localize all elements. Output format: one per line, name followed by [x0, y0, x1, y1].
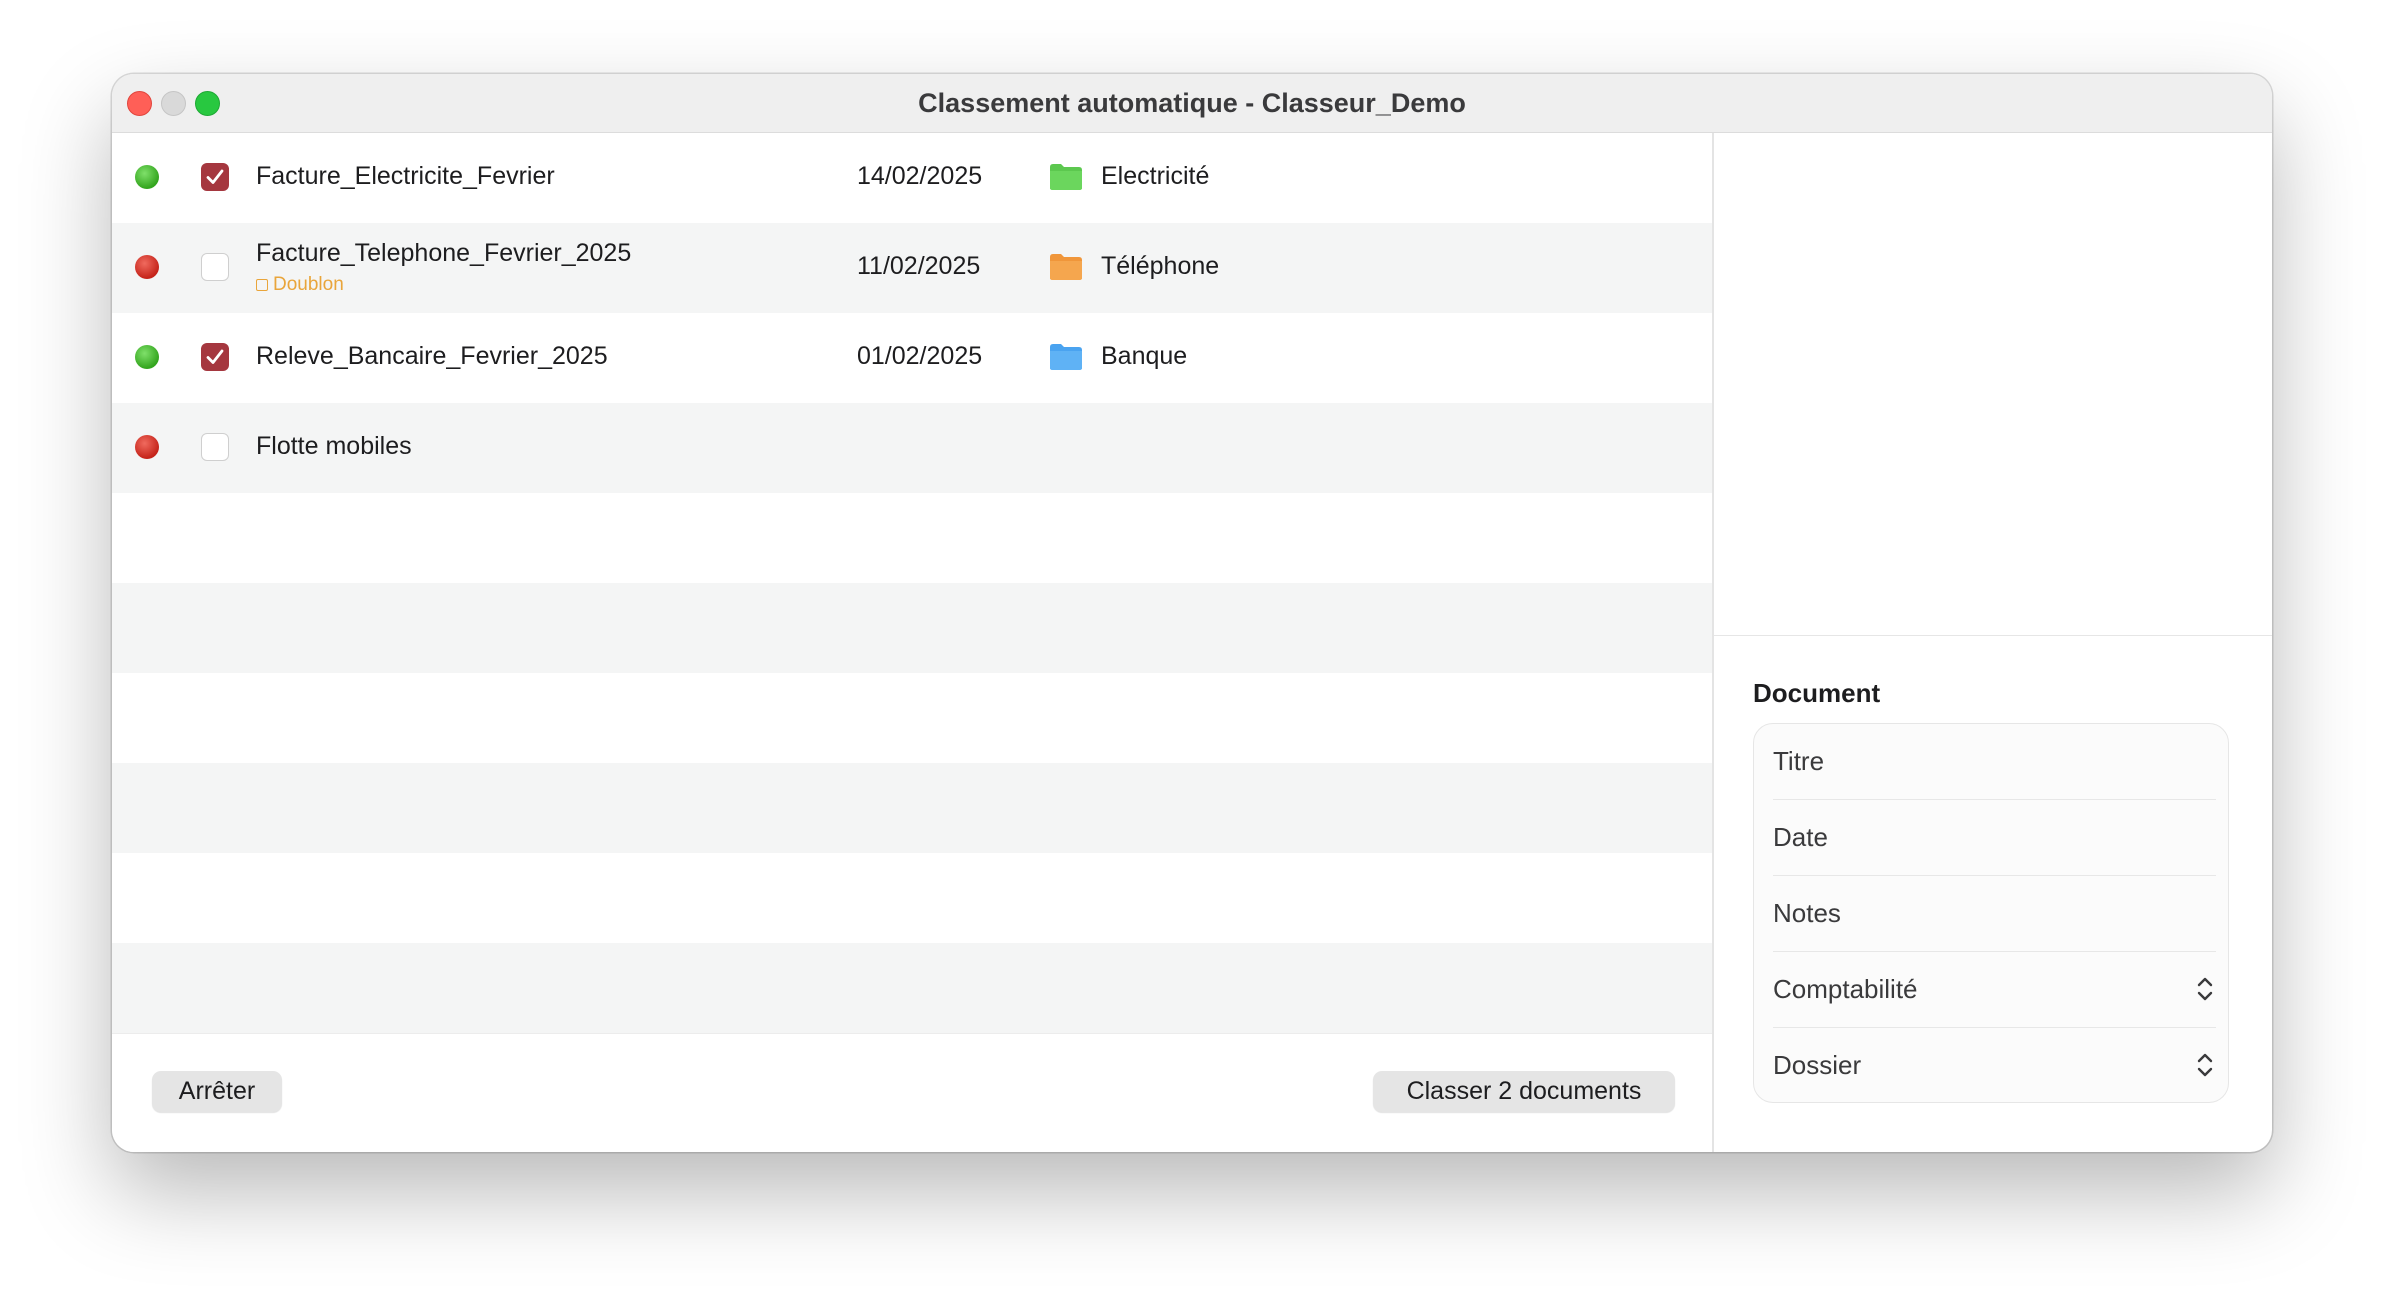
empty-row [112, 673, 1712, 763]
date-field-label: Date [1773, 822, 1828, 852]
chevron-up-down-icon [2197, 1053, 2213, 1077]
document-folder: Banque [1101, 342, 1188, 370]
window: Classement automatique - Classeur_Demo F… [112, 74, 2272, 1152]
document-list: Facture_Electricite_Fevrier 14/02/2025 E… [112, 133, 1712, 1033]
folder-select-label: Dossier [1773, 1050, 1862, 1080]
table-row[interactable]: Facture_Telephone_Fevrier_2025 Doublon 1… [112, 223, 1712, 313]
notes-field[interactable]: Notes [1754, 876, 2230, 952]
folder-icon [1050, 164, 1082, 190]
section-title: Document [1753, 678, 1881, 708]
document-date: 11/02/2025 [857, 252, 981, 280]
status-indicator-error [135, 435, 159, 459]
title-field-label: Titre [1773, 746, 1825, 776]
empty-row [112, 853, 1712, 943]
folder-icon [1050, 344, 1082, 370]
stop-button[interactable]: Arrêter [152, 1071, 282, 1112]
accounting-select[interactable]: Comptabilité [1754, 952, 2230, 1028]
empty-row [112, 763, 1712, 853]
document-folder: Electricité [1101, 162, 1210, 190]
duplicate-label: Doublon [273, 274, 344, 295]
document-folder: Téléphone [1101, 252, 1220, 280]
table-row[interactable]: Facture_Electricite_Fevrier 14/02/2025 E… [112, 133, 1712, 223]
document-preview [1714, 133, 2272, 636]
status-indicator-ok [135, 165, 159, 189]
status-indicator-error [135, 255, 159, 279]
document-date: 14/02/2025 [857, 162, 983, 190]
accounting-select-label: Comptabilité [1773, 974, 1918, 1004]
table-row[interactable]: Flotte mobiles [112, 403, 1712, 493]
checkmark-icon [206, 169, 224, 184]
chevron-up-down-icon [2197, 977, 2213, 1001]
checkmark-icon [206, 349, 224, 364]
folder-icon [1050, 254, 1082, 280]
document-name: Releve_Bancaire_Fevrier_2025 [256, 342, 608, 370]
row-checkbox[interactable] [201, 253, 229, 281]
title-bar: Classement automatique - Classeur_Demo [112, 74, 2272, 133]
inspector-panel: Document Titre Date Notes Comptabilité D… [1714, 133, 2272, 1152]
row-checkbox[interactable] [201, 433, 229, 461]
window-content: Facture_Electricite_Fevrier 14/02/2025 E… [112, 133, 2272, 1152]
status-indicator-ok [135, 345, 159, 369]
document-date: 01/02/2025 [857, 342, 983, 370]
duplicate-badge: Doublon [256, 274, 344, 296]
duplicate-icon [256, 279, 268, 291]
document-form: Titre Date Notes Comptabilité Dossier [1753, 723, 2229, 1103]
classify-documents-button[interactable]: Classer 2 documents [1373, 1071, 1675, 1112]
title-field[interactable]: Titre [1754, 724, 2230, 800]
document-name: Flotte mobiles [256, 432, 412, 460]
folder-select[interactable]: Dossier [1754, 1028, 2230, 1104]
window-title: Classement automatique - Classeur_Demo [918, 88, 1466, 118]
date-field[interactable]: Date [1754, 800, 2230, 876]
document-name: Facture_Electricite_Fevrier [256, 162, 555, 190]
list-footer: Arrêter Classer 2 documents [112, 1033, 1712, 1152]
notes-field-label: Notes [1773, 898, 1841, 928]
document-name: Facture_Telephone_Fevrier_2025 [256, 239, 632, 267]
table-row[interactable]: Releve_Bancaire_Fevrier_2025 01/02/2025 … [112, 313, 1712, 403]
row-checkbox[interactable] [201, 343, 229, 371]
empty-row [112, 493, 1712, 583]
empty-row [112, 583, 1712, 673]
empty-row [112, 943, 1712, 1033]
row-checkbox[interactable] [201, 163, 229, 191]
